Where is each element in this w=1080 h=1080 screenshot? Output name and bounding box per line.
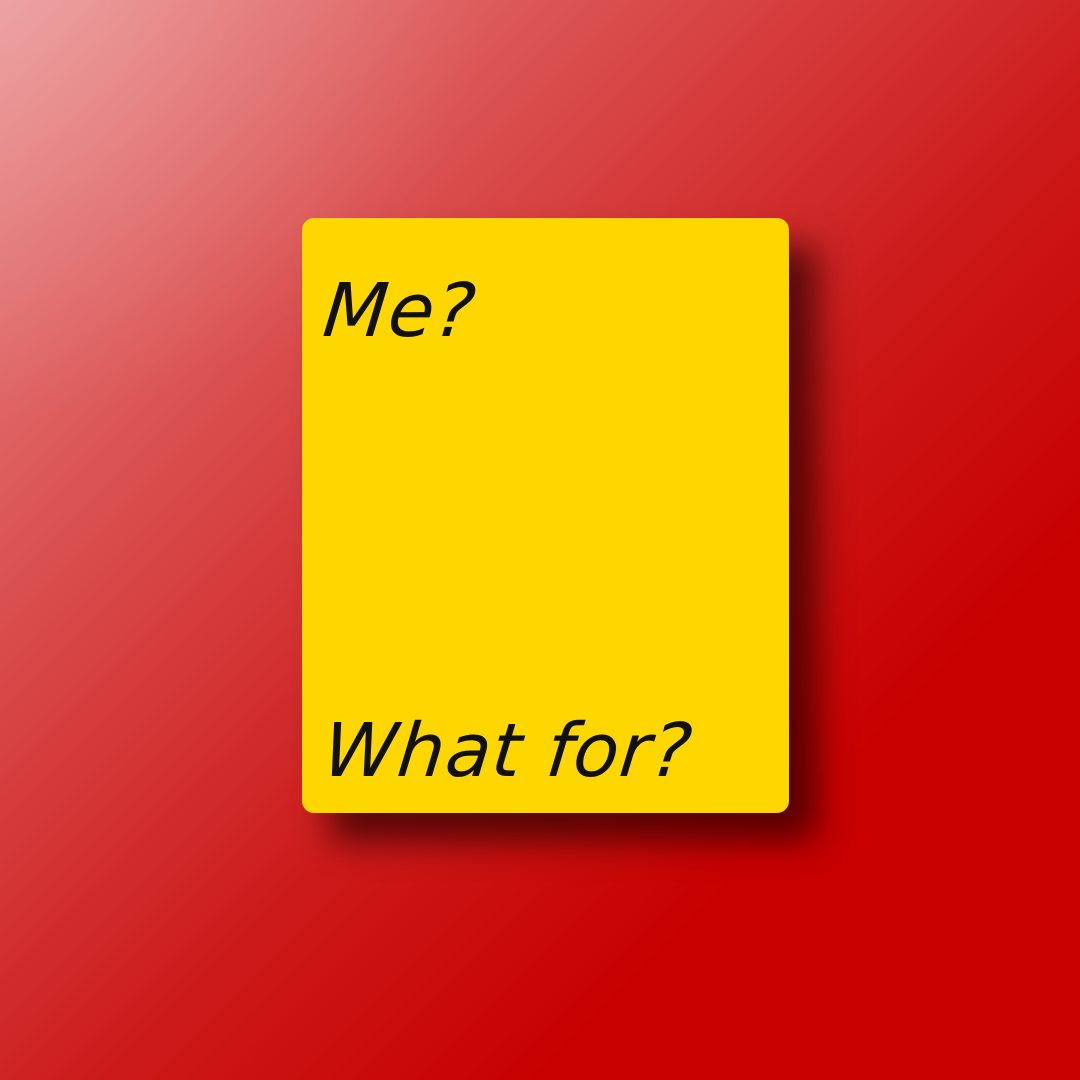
yellow-card: Me? What for? <box>302 218 789 813</box>
card-bottom-text: What for? <box>319 708 697 794</box>
card-top-text: Me? <box>319 268 481 354</box>
